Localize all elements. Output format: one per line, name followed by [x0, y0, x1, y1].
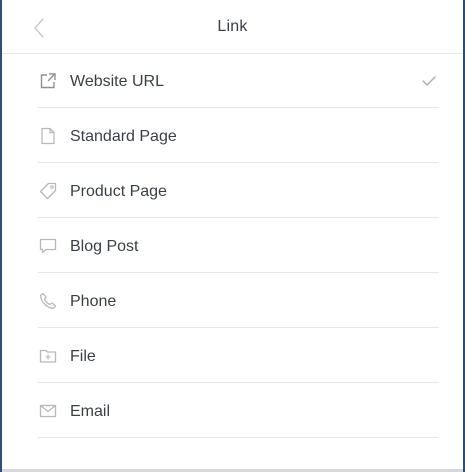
menu-item-label: Product Page [70, 183, 167, 200]
menu-item-blog-post[interactable]: Blog Post [38, 218, 439, 273]
menu-item-standard-page[interactable]: Standard Page [38, 108, 439, 163]
menu-item-file[interactable]: File [38, 328, 439, 383]
comment-icon [38, 236, 58, 256]
page-icon [38, 126, 58, 146]
link-type-panel: Link Website URL Standard Page Product P… [0, 0, 465, 472]
menu-item-email[interactable]: Email [38, 383, 439, 438]
tag-icon [38, 181, 58, 201]
menu-item-label: Phone [70, 293, 117, 310]
menu-item-label: File [70, 348, 96, 365]
menu-item-label: Email [70, 403, 111, 420]
phone-icon [38, 291, 58, 311]
panel-header: Link [2, 0, 463, 54]
panel-title: Link [217, 18, 248, 35]
envelope-icon [38, 401, 58, 421]
menu-item-phone[interactable]: Phone [38, 273, 439, 328]
menu-item-label: Standard Page [70, 128, 177, 145]
folder-icon [38, 346, 58, 366]
external-link-icon [38, 71, 58, 91]
menu-item-label: Website URL [70, 73, 164, 90]
menu-item-product-page[interactable]: Product Page [38, 163, 439, 218]
menu-item-website-url[interactable]: Website URL [38, 53, 439, 108]
menu-item-label: Blog Post [70, 238, 139, 255]
link-type-list: Website URL Standard Page Product Page B… [38, 53, 439, 438]
checkmark-icon [419, 72, 439, 90]
